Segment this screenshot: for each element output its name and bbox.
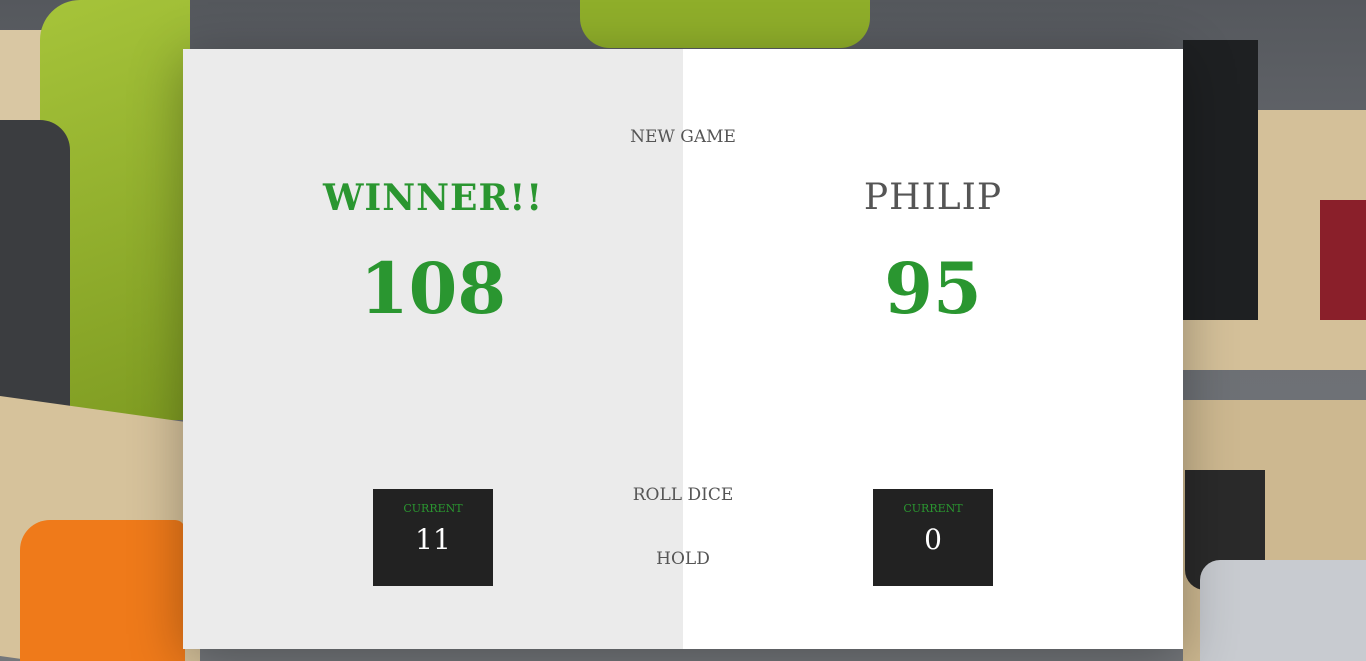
- player-1-score: 95: [884, 247, 982, 330]
- player-1-current-box: CURRENT 0: [873, 489, 993, 586]
- player-1-name: PHILIP: [863, 177, 1003, 218]
- player-0-name: WINNER!!: [322, 177, 544, 219]
- player-0-current-box: CURRENT 11: [373, 489, 493, 586]
- hold-button[interactable]: HOLD: [583, 549, 783, 569]
- player-1-current-label: CURRENT: [903, 502, 963, 515]
- roll-dice-button[interactable]: ROLL DICE: [583, 485, 783, 505]
- player-0-current-score: 11: [415, 523, 451, 556]
- game-board: WINNER!! 108 CURRENT 11 PHILIP 95 CURREN…: [183, 49, 1183, 649]
- new-game-button[interactable]: NEW GAME: [583, 127, 783, 147]
- player-1-current-score: 0: [924, 523, 942, 556]
- player-0-current-label: CURRENT: [403, 502, 463, 515]
- player-0-score: 108: [359, 247, 507, 330]
